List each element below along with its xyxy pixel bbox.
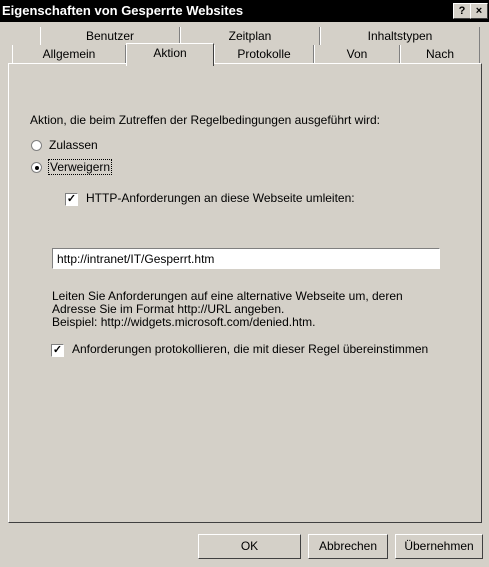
allow-radio[interactable] (31, 140, 42, 151)
log-checkbox-label[interactable]: Anforderungen protokollieren, die mit di… (72, 342, 428, 356)
ok-button[interactable]: OK (198, 534, 301, 559)
deny-radio[interactable] (31, 162, 42, 173)
action-prompt-label: Aktion, die beim Zutreffen der Regelbedi… (30, 113, 380, 127)
tab-nach[interactable]: Nach (400, 45, 480, 63)
help-button[interactable]: ? (453, 3, 471, 19)
tab-aktion[interactable]: Aktion (126, 43, 214, 66)
redirect-help-text: Leiten Sie Anforderungen auf eine altern… (52, 290, 403, 329)
redirect-checkbox-label[interactable]: HTTP-Anforderungen an diese Webseite uml… (86, 191, 355, 205)
tab-inhaltstypen[interactable]: Inhaltstypen (320, 27, 480, 45)
cancel-button[interactable]: Abbrechen (308, 534, 388, 559)
redirect-help-line-3: Beispiel: http://widgets.microsoft.com/d… (52, 315, 316, 329)
apply-button[interactable]: Übernehmen (395, 534, 483, 559)
tab-allgemein[interactable]: Allgemein (12, 45, 126, 63)
deny-radio-label[interactable]: Verweigern (48, 159, 113, 175)
redirect-url-field[interactable] (52, 248, 440, 269)
radio-selected-dot (35, 166, 39, 170)
tab-protokolle[interactable]: Protokolle (214, 45, 314, 63)
close-button[interactable]: × (470, 3, 488, 19)
tab-von[interactable]: Von (314, 45, 400, 63)
log-checkbox[interactable]: ✓ (51, 344, 64, 357)
redirect-checkbox[interactable]: ✓ (65, 193, 78, 206)
window-title: Eigenschaften von Gesperrte Websites (2, 3, 244, 18)
title-bar: Eigenschaften von Gesperrte Websites ? × (0, 0, 489, 22)
allow-radio-label[interactable]: Zulassen (49, 138, 98, 152)
